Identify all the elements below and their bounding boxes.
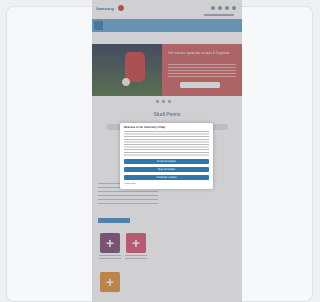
deny-button[interactable]: Deny all cookies — [124, 167, 209, 172]
cookie-dialog: Welcome to the University of Italy Accep… — [120, 123, 213, 189]
page-screenshot: Samsung Sei sicuro quando crossi il Tapi… — [92, 0, 242, 302]
cookie-policy-link[interactable]: Cookie policy — [124, 183, 136, 185]
customize-button[interactable]: Customize cookies — [124, 175, 209, 180]
dialog-title: Welcome to the University of Italy — [124, 126, 166, 129]
dialog-body — [124, 131, 209, 157]
accept-all-button[interactable]: Accept all cookies — [124, 159, 209, 164]
